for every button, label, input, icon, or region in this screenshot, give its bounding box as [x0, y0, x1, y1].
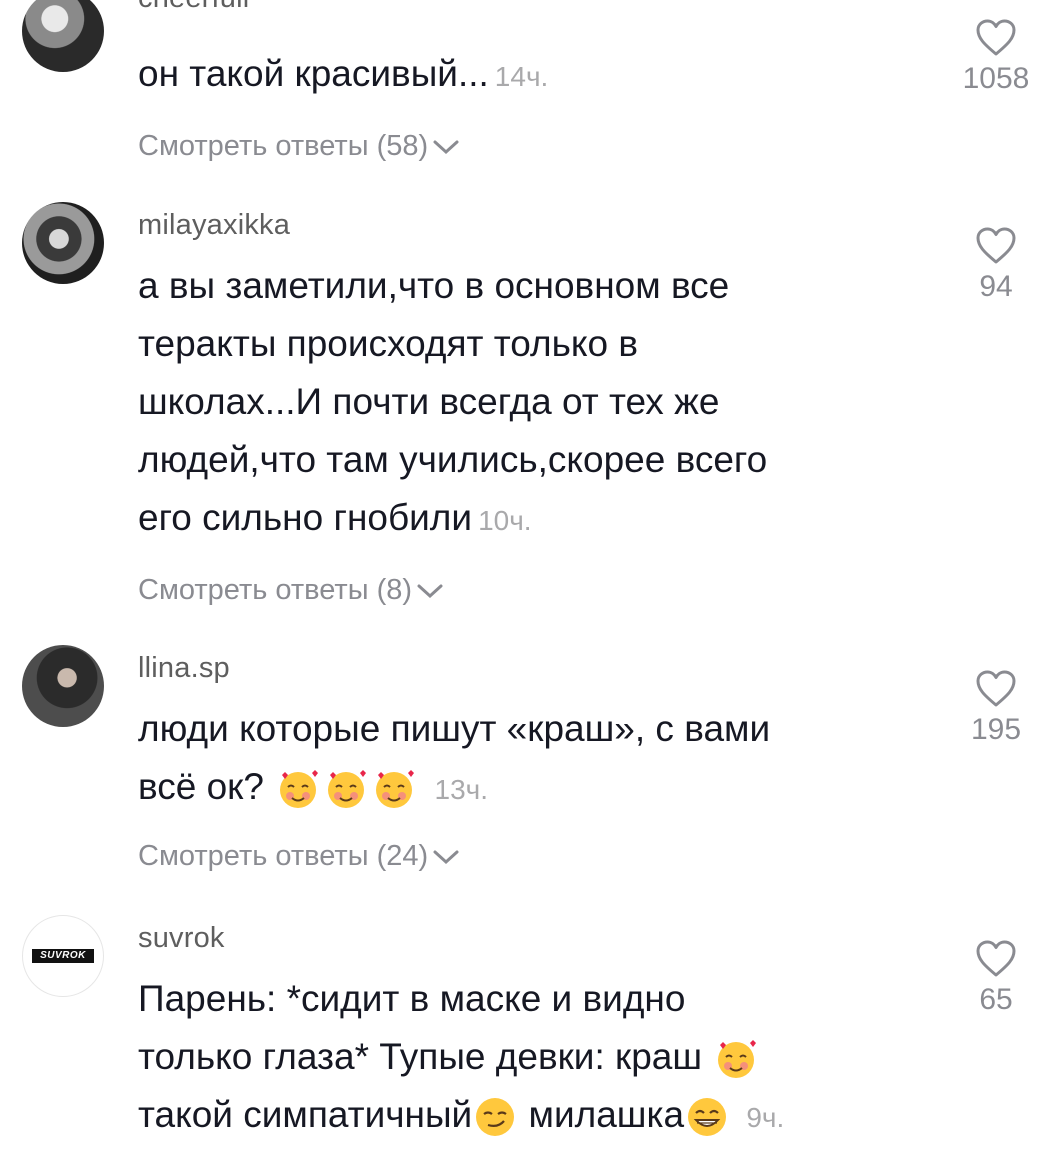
avatar-logo-text: SUVROK	[32, 949, 94, 963]
like-button[interactable]: 65	[951, 939, 1041, 1017]
heart-outline-icon	[976, 670, 1016, 707]
comment-time: 14ч.	[494, 61, 549, 92]
like-button[interactable]: 94	[951, 226, 1041, 304]
like-button[interactable]: 1058	[951, 18, 1041, 96]
chevron-down-icon	[417, 584, 443, 598]
comment-username[interactable]: milayaxikka	[138, 209, 290, 242]
comment-time: 13ч.	[434, 774, 489, 805]
comment-username[interactable]: cheerfull	[138, 0, 249, 15]
chevron-down-icon	[433, 850, 459, 864]
comment-time: 10ч.	[478, 505, 532, 536]
view-replies-button[interactable]: Смотреть ответы (24)	[138, 840, 460, 873]
avatar[interactable]: SUVROK	[22, 915, 104, 997]
heart-outline-icon	[976, 227, 1016, 264]
heart-outline-icon	[976, 940, 1016, 977]
comment-time: 9ч.	[746, 1102, 785, 1133]
like-count: 1058	[962, 62, 1030, 95]
view-replies-button[interactable]: Смотреть ответы (8)	[138, 574, 444, 607]
avatar[interactable]	[22, 645, 104, 727]
chevron-down-icon	[433, 140, 459, 154]
comment-username[interactable]: llina.sp	[138, 652, 230, 685]
smiling-face-with-hearts-emoji	[376, 770, 415, 809]
smirking-face-emoji	[476, 1098, 515, 1137]
comment-username[interactable]: suvrok	[138, 922, 225, 955]
comment-text: Парень: *сидит в маске и видно только гл…	[138, 970, 918, 1147]
comment-text: он такой красивый... 14ч.	[138, 53, 549, 94]
smiling-face-with-hearts-emoji	[328, 770, 367, 809]
heart-outline-icon	[976, 19, 1016, 56]
like-count: 195	[970, 713, 1022, 746]
like-button[interactable]: 195	[951, 669, 1041, 747]
beaming-face-emoji	[688, 1098, 727, 1137]
avatar[interactable]	[22, 0, 104, 72]
like-count: 94	[979, 270, 1013, 303]
smiling-face-with-hearts-emoji	[280, 770, 319, 809]
smiling-face-with-hearts-emoji	[718, 1040, 757, 1079]
like-count: 65	[979, 983, 1013, 1016]
comment-text: а вы заметили,что в основном все теракты…	[138, 265, 768, 538]
comment-text: люди которые пишут «краш», с вами всё ок…	[138, 700, 918, 819]
avatar[interactable]	[22, 202, 104, 284]
view-replies-button[interactable]: Смотреть ответы (58)	[138, 130, 460, 163]
